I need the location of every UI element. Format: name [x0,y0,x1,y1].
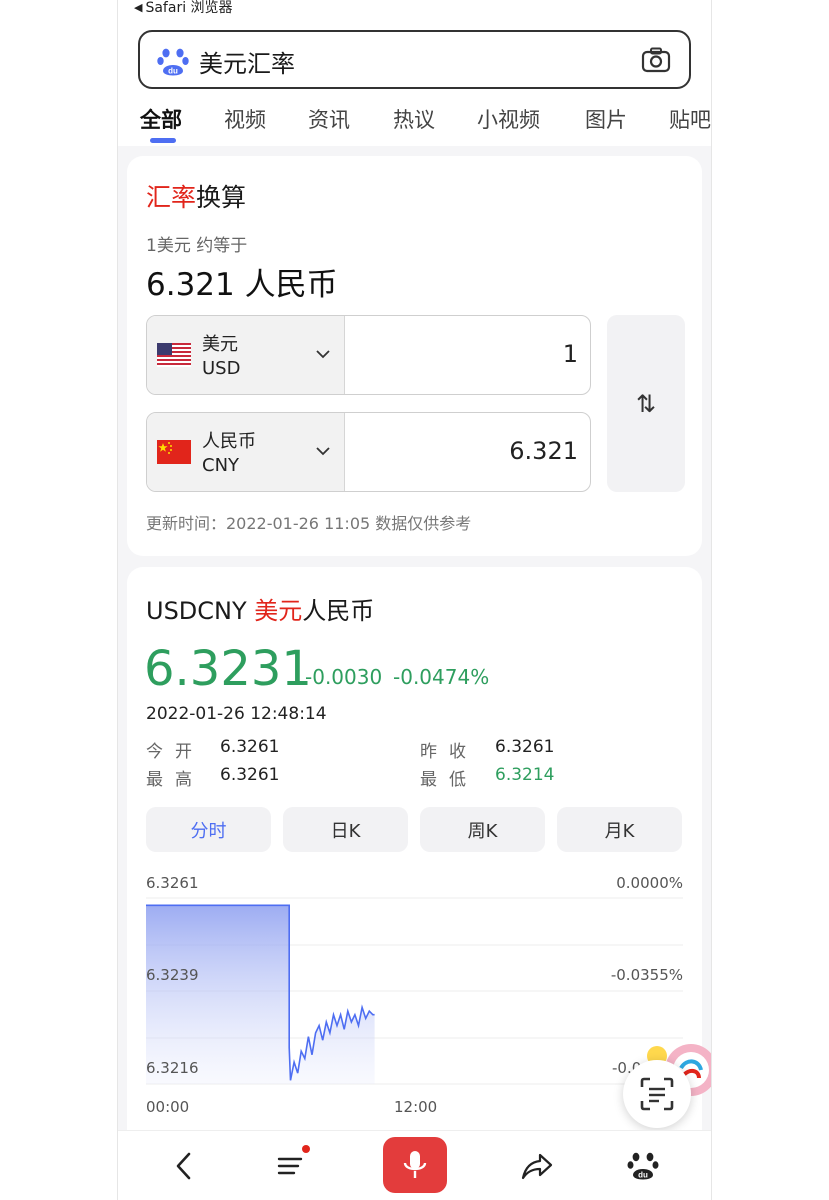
scan-icon [640,1077,674,1111]
tab-news[interactable]: 资讯 [308,104,350,134]
tab-all[interactable]: 全部 [140,104,182,134]
active-tab-indicator [150,138,176,143]
y-left-tick: 6.3239 [146,966,199,984]
to-currency-code: CNY [202,455,240,476]
y-left-tick: 6.3261 [146,874,199,892]
converter-title-highlight: 汇率 [146,183,197,212]
rate-subtitle: 1美元 约等于 [146,236,248,256]
scan-button[interactable] [623,1060,691,1128]
intraday-chart-svg [146,897,683,1085]
to-currency-name: 人民币 [202,431,256,452]
rate-result: 6.321 人民币 [146,267,338,303]
update-time-text: 更新时间：2022-01-26 11:05 数据仅供参考 [146,514,472,533]
back-to-safari[interactable]: ◀ Safari 浏览器 [134,0,233,17]
prev-close-label: 昨收 [420,742,478,762]
converter-title-rest: 换算 [196,183,247,212]
low-value: 6.3214 [495,765,555,785]
back-to-safari-label: Safari 浏览器 [145,0,233,16]
baidu-paw-icon[interactable]: du [626,1149,660,1183]
low-label: 最低 [420,770,478,790]
from-currency-name: 美元 [202,334,238,355]
quote-title: USDCNY 美元人民币 [146,591,374,626]
x-tick: 00:00 [146,1098,190,1116]
tab-intraday[interactable]: 分时 [146,807,271,852]
price-area [146,905,375,1084]
phone-edge-right [711,0,712,1200]
price-change: -0.0030 [305,665,383,689]
to-currency-select[interactable]: 人民币 CNY [147,413,345,491]
quote-symbol: USDCNY [146,597,255,625]
current-price: 6.3231 [144,641,312,697]
tab-short-video[interactable]: 小视频 [477,104,540,134]
from-currency-code: USD [202,358,241,379]
open-value: 6.3261 [220,737,280,757]
mic-icon [403,1151,427,1178]
intraday-chart: 6.3261 6.3239 6.3216 0.0000% -0.0355% -0… [127,867,702,1127]
chevron-down-icon [316,350,330,359]
open-label: 今开 [146,742,204,762]
header: ◀ Safari 浏览器 du 美元汇率 全部 视频 资讯 热议 小视频 图片 … [118,0,711,146]
from-currency-row: 美元 USD 1 [146,315,591,395]
high-label: 最高 [146,770,204,790]
to-amount-input[interactable]: 6.321 [509,437,578,465]
quote-timestamp: 2022-01-26 12:48:14 [146,704,327,724]
converter-title: 汇率换算 [146,178,246,214]
camera-icon[interactable] [641,47,671,73]
swap-currency-button[interactable]: ⇅ [607,315,685,492]
search-box[interactable]: du 美元汇率 [138,30,691,89]
bottom-nav: du [118,1130,711,1200]
quote-name-rest: 人民币 [302,597,375,625]
price-change-percent: -0.0474% [393,665,490,689]
search-query-text[interactable]: 美元汇率 [199,44,295,79]
y-right-tick: 0.0000% [616,874,683,892]
baidu-paw-icon: du [157,48,189,76]
voice-search-button[interactable] [383,1137,447,1193]
to-currency-row: 人民币 CNY 6.321 [146,412,591,492]
tab-daily-k[interactable]: 日K [283,807,408,852]
y-right-tick: -0.0355% [610,966,683,984]
menu-icon[interactable] [274,1149,308,1183]
quote-card: USDCNY 美元人民币 6.3231 -0.0030 -0.0474% 202… [127,567,702,1147]
notification-dot [302,1145,310,1153]
tab-discussion[interactable]: 热议 [393,104,435,134]
tab-weekly-k[interactable]: 周K [420,807,545,852]
from-currency-select[interactable]: 美元 USD [147,316,345,394]
svg-text:du: du [638,1171,648,1180]
tab-monthly-k[interactable]: 月K [557,807,682,852]
converter-card: 汇率换算 1美元 约等于 6.321 人民币 美元 USD 1 人民币 CNY … [127,156,702,556]
swap-icon: ⇅ [635,389,657,418]
tab-images[interactable]: 图片 [585,104,627,134]
tab-tieba[interactable]: 贴吧 [669,104,711,134]
prev-close-value: 6.3261 [495,737,555,757]
back-triangle-icon: ◀ [134,0,143,14]
search-tabs: 全部 视频 资讯 热议 小视频 图片 贴吧 [118,100,711,146]
back-icon[interactable] [168,1149,202,1183]
from-amount-input[interactable]: 1 [563,340,578,368]
cn-flag-icon [157,440,191,464]
phone-screen: ◀ Safari 浏览器 du 美元汇率 全部 视频 资讯 热议 小视频 图片 … [118,0,711,1200]
chevron-down-icon [316,447,330,456]
us-flag-icon [157,343,191,367]
high-value: 6.3261 [220,765,280,785]
quote-name-highlight: 美元 [254,597,303,625]
tab-video[interactable]: 视频 [224,104,266,134]
share-icon[interactable] [520,1149,554,1183]
y-left-tick: 6.3216 [146,1059,199,1077]
svg-text:du: du [168,67,178,76]
x-tick: 12:00 [394,1098,438,1116]
